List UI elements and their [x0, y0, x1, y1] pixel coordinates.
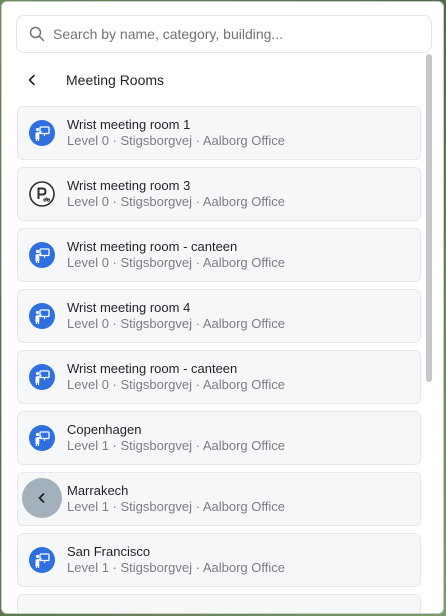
- list-item[interactable]: Wrist meeting room 1 Level 0 · Stigsborgv…: [17, 106, 421, 160]
- list-item[interactable]: San Francisco Level 1 · Stigsborgvej · Aa…: [17, 533, 421, 587]
- room-location: Level 1 · Stigsborgvej · Aalborg Office: [67, 438, 285, 453]
- room-location: Level 1 · Stigsborgvej · Aalborg Office: [67, 560, 285, 575]
- room-location: Level 0 · Stigsborgvej · Aalborg Office: [67, 133, 285, 148]
- room-location: Level 0 · Stigsborgvej · Aalborg Office: [67, 255, 285, 270]
- room-name: San Francisco: [67, 544, 151, 559]
- list-item-text: Wrist meeting room 4 Level 0 · Stigsborgv…: [67, 300, 285, 332]
- list-header: Meeting Rooms: [16, 64, 416, 96]
- room-name: Copenhagen: [67, 422, 142, 437]
- page-title: Meeting Rooms: [66, 72, 165, 88]
- list-item-text: Marrakech Level 1 · Stigsborgvej · Aalbor…: [67, 483, 285, 515]
- list-item-text: San Francisco Level 1 · Stigsborgvej · Aa…: [67, 544, 285, 576]
- search-bar[interactable]: [16, 15, 432, 53]
- scrollbar-thumb[interactable]: [426, 54, 432, 382]
- room-name: Wrist meeting room 4: [67, 300, 191, 315]
- room-location: Level 0 · Stigsborgvej · Aalborg Office: [67, 377, 285, 392]
- room-location: Level 1 · Stigsborgvej · Aalborg Office: [67, 499, 285, 514]
- room-location: Level 0 · Stigsborgvej · Aalborg Office: [67, 194, 285, 209]
- meeting-room-icon: [29, 364, 55, 390]
- search-icon: [29, 26, 45, 42]
- meeting-room-icon: [29, 303, 55, 329]
- room-name: Wrist meeting room 1: [67, 117, 191, 132]
- search-input[interactable]: [53, 26, 413, 42]
- room-name: Marrakech: [67, 483, 129, 498]
- meeting-room-icon: [29, 547, 55, 573]
- chevron-left-icon: [38, 493, 45, 503]
- parking-icon: [29, 181, 55, 207]
- list-item[interactable]: Wrist meeting room - canteen Level 0 · St…: [17, 350, 421, 404]
- back-button[interactable]: [16, 64, 48, 96]
- list-item-text: Wrist meeting room - canteen Level 0 · St…: [67, 361, 285, 393]
- list-item-text: Copenhagen Level 1 · Stigsborgvej · Aalbo…: [67, 422, 285, 454]
- meeting-room-icon: [29, 425, 55, 451]
- scrollbar[interactable]: [424, 54, 434, 612]
- room-name: Wrist meeting room 3: [67, 178, 191, 193]
- list-item[interactable]: Wrist meeting room 4 Level 0 · Stigsborgv…: [17, 289, 421, 343]
- list-item-text: Wrist meeting room 3 Level 0 · Stigsborgv…: [67, 178, 285, 210]
- chevron-left-icon: [28, 74, 35, 86]
- room-name: Wrist meeting room - canteen: [67, 239, 238, 254]
- room-name: Wrist meeting room - canteen: [67, 361, 238, 376]
- list-item[interactable]: Copenhagen Level 1 · Stigsborgvej · Aalbo…: [17, 411, 421, 465]
- list-item-partial[interactable]: [17, 594, 421, 613]
- list-item[interactable]: Wrist meeting room - canteen Level 0 · St…: [17, 228, 421, 282]
- list-item[interactable]: Wrist meeting room 3 Level 0 · Stigsborgv…: [17, 167, 421, 221]
- collapse-panel-button[interactable]: [22, 478, 62, 518]
- room-list: Wrist meeting room 1 Level 0 · Stigsborgv…: [17, 106, 421, 594]
- room-location: Level 0 · Stigsborgvej · Aalborg Office: [67, 316, 285, 331]
- meeting-room-icon: [29, 120, 55, 146]
- list-item-text: Wrist meeting room 1 Level 0 · Stigsborgv…: [67, 117, 285, 149]
- search-panel: Meeting Rooms Wrist meeting room 1Level …: [1, 1, 444, 614]
- meeting-room-icon: [29, 242, 55, 268]
- list-item[interactable]: Marrakech Level 1 · Stigsborgvej · Aalbor…: [17, 472, 421, 526]
- list-item-text: Wrist meeting room - canteen Level 0 · St…: [67, 239, 285, 271]
